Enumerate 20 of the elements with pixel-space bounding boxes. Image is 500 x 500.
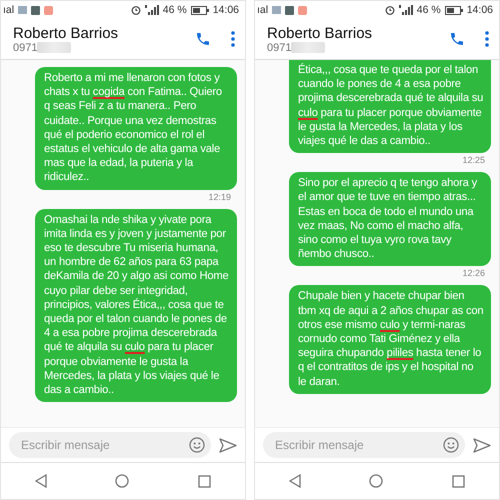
message-time: 12:19 — [208, 192, 231, 202]
clock: 14:06 — [466, 4, 493, 16]
message-bubble: Roberto a mi me llenaron con fotos y chats x tu cogida con Fatima.. Quiero q seas Feli z a tu manera.. Pero cuidate.. Porque una vez demostras qué el poderio economico el rol el estatus el vehiculo de alta gama vale mas que la edad, la puteria y la ridiculez.. — [35, 67, 237, 190]
message-input-field[interactable]: Escribir mensaje — [9, 432, 211, 458]
message-input-field[interactable]: Escribir mensaje — [263, 432, 465, 458]
message-time: 12:26 — [462, 268, 485, 278]
phone-number: 0971 — [267, 42, 292, 54]
message-bubble: Chupale bien y hacete chupar bien tbm xq de aqui a 2 años chupar as con otros ese mismo culo y termi-naras cornudo como Tati Giménez y ella seguira chupando pililes hasta tener lo q el contratitos de ips y el hospital no le daran. — [289, 285, 491, 394]
contact-name: Roberto Barrios — [13, 24, 120, 42]
message-bubble: Ética,,, cosa que te queda por el talon cuando le pones de 4 a esa pobre projima descerebrada qué te alquila su culo para tu placer porque obviamente le gusta la Mercedes, la plata y los viajes qué le das a cambio.. — [289, 60, 491, 154]
carrier-name: ıal — [257, 4, 268, 16]
message-time: 12:25 — [462, 155, 485, 166]
carrier-name: ıal — [3, 4, 14, 16]
battery-percentage: 46 % — [162, 4, 187, 16]
battery-percentage: 46 % — [416, 4, 441, 16]
clock: 14:06 — [212, 4, 239, 16]
contact-name: Roberto Barrios — [267, 24, 374, 42]
phone-number: 0971 — [13, 42, 38, 54]
message-bubble: Sino por el aprecio q te tengo ahora y el amor que te tuve en tiempo atras... Estas en boca de todo el mundo una vez maas, No como el macho alfa, sino como el tuya vyro rova tavy ñembo chusco.. — [289, 172, 491, 266]
message-bubble: Omashai la nde shika y yivate pora imita linda es y joven y justamente por eso te descubre Tu miseria humana, un hombre de 62 años para 63 papa deKamila de 20 y algo asi como Home cuyo pilar debe ser integridad, principios, valores Ética,,, cosa que te queda por el talon cuando le pones de 4 a esa pobre projima descerebrada qué te alquila su culo para tu placer porque obviamente le gusta la Mercedes, la plata y los viajes qué le das a cambio.. — [35, 208, 237, 402]
